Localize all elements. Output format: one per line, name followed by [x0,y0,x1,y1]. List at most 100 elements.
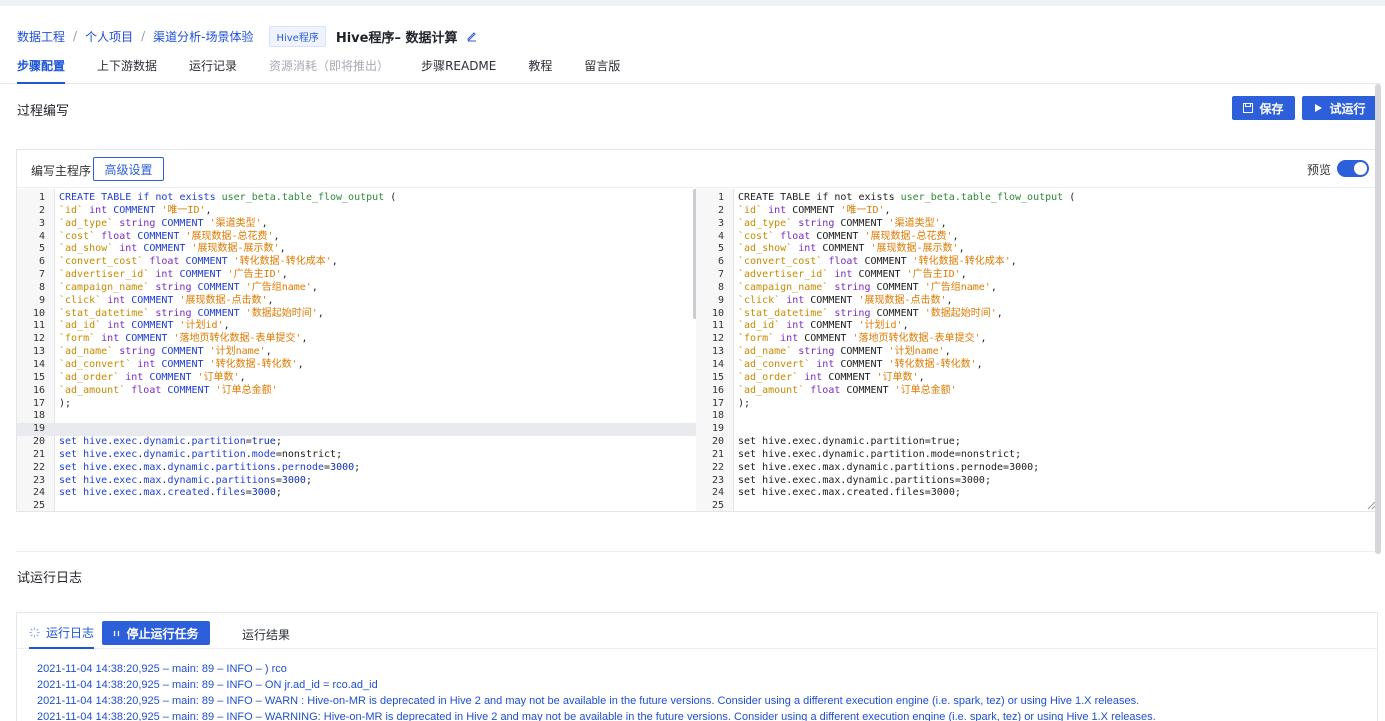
code-line: 22 set hive.exec.max.dynamic.partitions.p… [17,462,697,475]
trial-run-label: 试运行 [1329,101,1366,116]
code-text: ); [59,397,72,409]
code-editor-input[interactable]: 1 CREATE TABLE if not exists user_beta.ta… [17,189,697,511]
tab-run-records[interactable]: 运行记录 [189,57,237,84]
code-line: 13 `ad_name` string COMMENT '计划name', [17,346,697,359]
breadcrumb-separator: / [73,29,78,43]
code-text: `stat_datetime` string COMMENT '数据起始时间', [59,307,324,319]
step-tabs: 步骤配置 上下游数据 运行记录 资源消耗（即将推出） 步骤README 教程 留… [17,57,652,84]
breadcrumb-item-channel-analysis[interactable]: 渠道分析-场景体验 [153,28,253,45]
code-text: `form` int COMMENT '落地页转化数据-表单提交', [59,333,308,345]
code-text: CREATE TABLE if not exists user_beta.tab… [59,192,397,203]
code-line: 16 `ad_amount` float COMMENT '订单总金额' [696,385,1377,398]
code-line: 17); [696,398,1377,411]
tab-upstream-downstream[interactable]: 上下游数据 [97,57,157,84]
code-text: `click` int COMMENT '展现数据-点击数', [59,294,274,306]
page-scrollbar[interactable] [1375,84,1381,554]
editor-header: 编写主程序 高级设置 预览 [17,150,1377,188]
code-line: 23 set hive.exec.max.dynamic.partitions=3… [696,475,1377,488]
code-line: 15 `ad_order` int COMMENT '订单数', [17,372,697,385]
tab-resource-usage: 资源消耗（即将推出） [269,59,390,73]
tab-run-result[interactable]: 运行结果 [242,626,290,643]
code-line: 21 set hive.exec.dynamic.partition.mode=n… [17,449,697,462]
code-text: `convert_cost` float COMMENT '转化数据-转化成本'… [738,256,1017,268]
pause-icon [114,630,120,636]
line-number: 19 [32,423,45,435]
toggle-knob [1354,162,1367,175]
code-line: 25 [17,500,697,511]
preview-toggle[interactable] [1337,160,1369,177]
line-number: 11 [32,320,45,332]
line-number: 13 [711,346,724,358]
line-number: 4 [717,230,724,242]
code-line: 22 set hive.exec.max.dynamic.partitions.p… [696,462,1377,475]
code-line: 7 `advertiser_id` int COMMENT '广告主ID', [696,269,1377,282]
log-section-title: 试运行日志 [17,571,83,586]
page-title: Hive程序– 数据计算 [335,30,458,46]
line-number: 8 [38,281,45,293]
section-divider [16,551,1378,552]
code-line: 8 `campaign_name` string COMMENT '广告组name… [17,282,697,295]
code-text: `advertiser_id` int COMMENT '广告主ID', [59,269,288,281]
tab-message-board[interactable]: 留言版 [584,57,620,84]
code-line: 13 `ad_name` string COMMENT '计划name', [696,346,1377,359]
code-text: `convert_cost` float COMMENT '转化数据-转化成本'… [59,256,338,268]
line-number: 7 [717,269,724,281]
line-number: 18 [711,410,724,422]
code-text: `ad_type` string COMMENT '渠道类型', [738,217,947,229]
line-number: 23 [32,474,45,486]
code-text: set hive.exec.max.dynamic.partitions.per… [738,461,1040,473]
code-text: set hive.exec.max.dynamic.partitions.per… [59,461,361,473]
tab-run-log[interactable]: 运行日志 [29,620,95,649]
code-line: 7 `advertiser_id` int COMMENT '广告主ID', [17,269,697,282]
tab-step-config[interactable]: 步骤配置 [17,57,66,84]
line-number: 25 [32,500,45,511]
code-text: `ad_name` string COMMENT '计划name', [59,346,272,358]
code-line: 11 `ad_id` int COMMENT '计划id', [17,320,697,333]
stop-run-button[interactable]: 停止运行任务 [102,621,210,645]
code-line: 9 `click` int COMMENT '展现数据-点击数', [17,295,697,308]
line-number: 17 [711,397,724,409]
line-number: 15 [32,371,45,383]
code-text: `click` int COMMENT '展现数据-点击数', [738,294,953,306]
tab-readme[interactable]: 步骤README [421,57,496,84]
line-number: 3 [38,217,45,229]
log-line: 2021-11-04 14:38:20,925 – main: 89 – INF… [37,679,378,691]
save-button[interactable]: 保存 [1232,96,1295,120]
code-text: `ad_convert` int COMMENT '转化数据-转化数', [59,358,304,370]
line-number: 15 [711,371,724,383]
log-line: 2021-11-04 14:38:20,925 – main: 89 – INF… [37,663,287,675]
line-number: 6 [38,256,45,268]
loading-spinner-icon [29,627,40,638]
breadcrumb-item-data-engineering[interactable]: 数据工程 [17,28,65,45]
line-number: 21 [711,448,724,460]
line-number: 24 [32,487,45,499]
stop-run-label: 停止运行任务 [126,626,199,641]
breadcrumb-item-personal-project[interactable]: 个人项目 [85,28,133,45]
line-number: 21 [32,448,45,460]
code-line: 8 `campaign_name` string COMMENT '广告组name… [696,282,1377,295]
log-line: 2021-11-04 14:38:20,925 – main: 89 – INF… [37,711,1156,721]
code-line: 17); [17,398,697,411]
trial-run-button[interactable]: 试运行 [1302,96,1377,120]
line-number: 2 [38,204,45,216]
code-text: `ad_show` int COMMENT '展现数据-展示数', [59,243,286,255]
line-number: 10 [32,307,45,319]
code-line: 4 `cost` float COMMENT '展现数据-总花费', [696,231,1377,244]
code-text: set hive.exec.max.created.files=3000; [738,487,961,499]
line-number: 3 [717,217,724,229]
tab-tutorial[interactable]: 教程 [528,57,552,84]
line-number: 9 [38,294,45,306]
advanced-settings-button[interactable]: 高级设置 [93,157,164,181]
code-line: 23 set hive.exec.max.dynamic.partitions=3… [17,475,697,488]
code-text: set hive.exec.dynamic.partition=true; [738,436,961,448]
code-text: ); [738,397,751,409]
line-number: 20 [32,436,45,448]
edit-pencil-icon[interactable] [466,30,478,42]
line-number: 1 [717,192,724,203]
line-number: 9 [717,294,724,306]
code-line: 19 [17,423,697,437]
breadcrumb: 数据工程 / 个人项目 / 渠道分析-场景体验 Hive程序 Hive程序– 数… [17,25,478,47]
code-text: `ad_id` int COMMENT '计划id', [59,320,230,332]
line-number: 20 [711,436,724,448]
main-program-label: 编写主程序 [31,164,92,178]
